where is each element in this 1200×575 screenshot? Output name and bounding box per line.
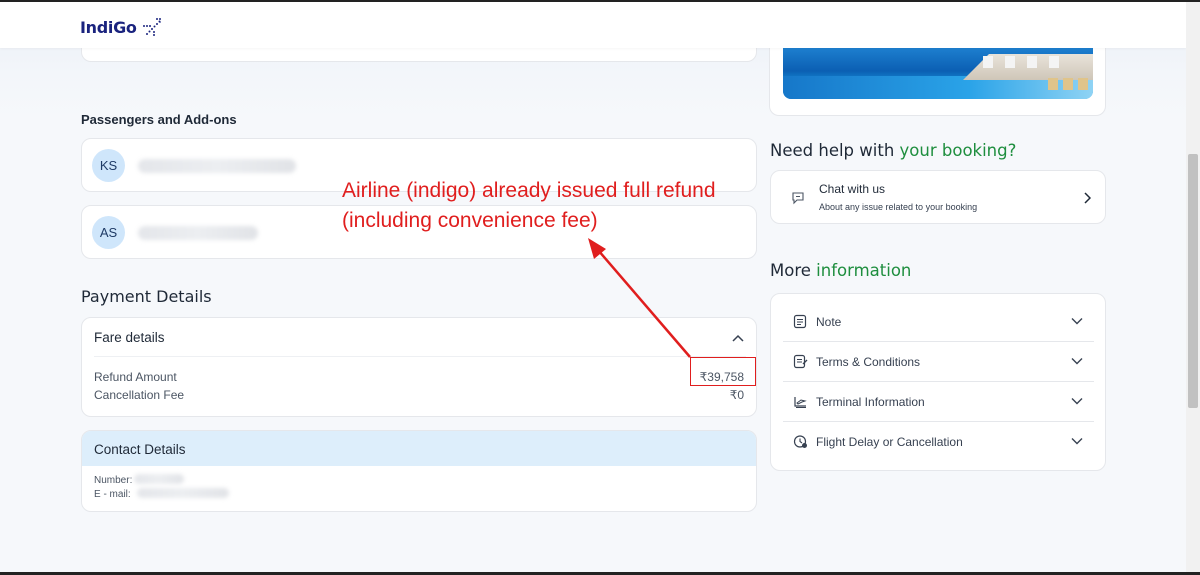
annotation-text: Airline (indigo) already issued full ref… [342, 176, 716, 236]
chevron-down-icon [1071, 398, 1083, 405]
help-title-prefix: Need help with [770, 141, 900, 160]
more-information-title: More information [770, 261, 911, 280]
refund-amount-label: Refund Amount [94, 370, 177, 384]
contact-details-title: Contact Details [94, 442, 186, 457]
help-title: Need help with your booking? [770, 141, 1016, 160]
info-item-terminal[interactable]: Terminal Information [783, 382, 1094, 422]
payment-details-title: Payment Details [81, 287, 212, 306]
chevron-down-icon [1071, 438, 1083, 445]
flight-delay-icon [793, 435, 807, 448]
chevron-up-icon[interactable] [732, 334, 744, 342]
fare-details-card: Fare details Refund Amount ₹39,758 Cance… [81, 317, 757, 417]
info-item-note[interactable]: Note [783, 302, 1094, 342]
info-item-label: Terminal Information [816, 395, 925, 409]
note-icon [793, 314, 807, 329]
more-information-card: Note Terms & Conditions Terminal Informa… [770, 293, 1106, 471]
chevron-down-icon [1071, 358, 1083, 365]
contact-email-redacted [137, 488, 229, 498]
contact-email-label: E - mail: [94, 489, 131, 500]
info-item-label: Terms & Conditions [816, 355, 921, 369]
avatar: AS [92, 216, 125, 249]
indigo-logo[interactable]: IndiGo [80, 16, 163, 38]
promo-image[interactable] [783, 48, 1093, 99]
cancellation-fee-label: Cancellation Fee [94, 388, 185, 402]
chat-title: Chat with us [819, 182, 886, 196]
passenger-name-redacted [138, 159, 296, 173]
passenger-name-redacted [138, 226, 258, 240]
avatar: KS [92, 149, 125, 182]
chat-icon [792, 192, 804, 205]
more-title-prefix: More [770, 261, 817, 280]
chat-subtitle: About any issue related to your booking [819, 202, 978, 212]
scrollbar-thumb[interactable] [1188, 154, 1198, 408]
fare-details-title: Fare details [94, 330, 165, 345]
logo-text: IndiGo [80, 17, 137, 37]
contact-header: Contact Details [82, 431, 756, 466]
info-item-flight-delay[interactable]: Flight Delay or Cancellation [783, 422, 1094, 462]
annotation-line-1: Airline (indigo) already issued full ref… [342, 179, 716, 202]
plane-logo-icon [142, 18, 161, 36]
divider [94, 356, 746, 357]
contact-number-label: Number: [94, 475, 133, 486]
terms-icon [793, 354, 808, 369]
help-title-accent: your booking? [899, 141, 1017, 160]
info-item-label: Flight Delay or Cancellation [816, 435, 963, 449]
chevron-right-icon [1084, 192, 1091, 204]
contact-details-card: Contact Details Number: E - mail: [81, 430, 757, 512]
chat-with-us-button[interactable]: Chat with us About any issue related to … [770, 170, 1106, 224]
passengers-section-title: Passengers and Add-ons [81, 112, 237, 127]
annotation-highlight-box [690, 357, 756, 386]
info-item-terms[interactable]: Terms & Conditions [783, 342, 1094, 382]
annotation-line-2: (including convenience fee) [342, 209, 598, 232]
info-item-label: Note [816, 315, 842, 329]
terminal-icon [794, 397, 807, 408]
more-title-accent: information [816, 261, 912, 280]
cancellation-fee-value: ₹0 [729, 388, 744, 402]
contact-number-redacted [134, 474, 184, 484]
chevron-down-icon [1071, 318, 1083, 325]
site-header: IndiGo [0, 2, 1186, 48]
